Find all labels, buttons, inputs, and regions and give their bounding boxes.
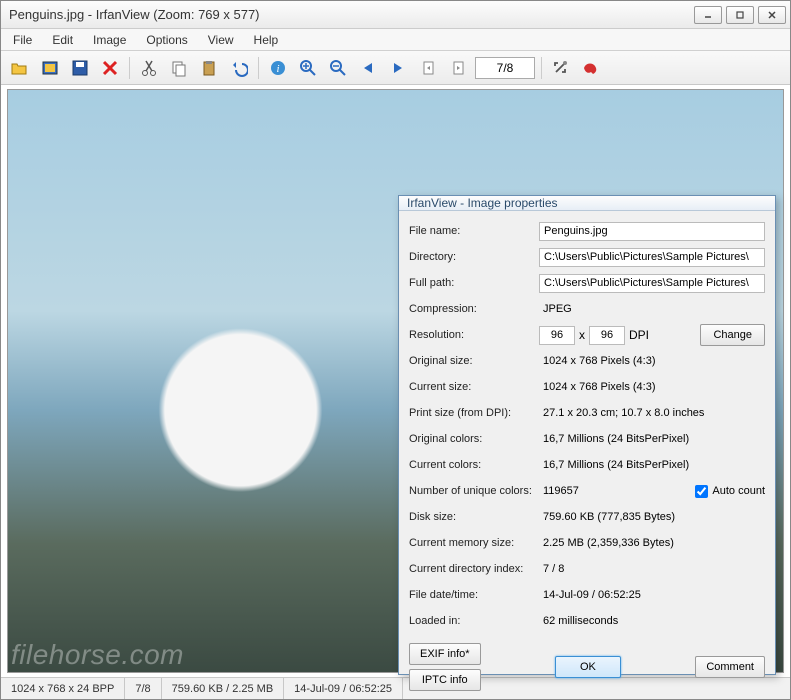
status-dimensions: 1024 x 768 x 24 BPP — [1, 678, 125, 699]
comment-button[interactable]: Comment — [695, 656, 765, 678]
auto-count-label: Auto count — [712, 485, 765, 497]
watermark-text: filehorse.com — [11, 639, 184, 671]
toolbar-separator — [541, 57, 542, 79]
label-fullpath: Full path: — [409, 277, 539, 289]
value-dir-index: 7 / 8 — [539, 560, 765, 579]
toolbar-separator — [258, 57, 259, 79]
maximize-button[interactable] — [726, 6, 754, 24]
value-loaded-in: 62 milliseconds — [539, 612, 765, 631]
resolution-sep: x — [579, 328, 585, 342]
status-index: 7/8 — [125, 678, 161, 699]
label-current-colors: Current colors: — [409, 459, 539, 471]
label-directory: Directory: — [409, 251, 539, 263]
value-file-date: 14-Jul-09 / 06:52:25 — [539, 586, 765, 605]
toolbar: i 7/8 — [1, 51, 790, 85]
info-icon[interactable]: i — [265, 55, 291, 81]
save-icon[interactable] — [67, 55, 93, 81]
ok-button[interactable]: OK — [555, 656, 621, 678]
dialog-title: IrfanView - Image properties — [399, 196, 775, 211]
svg-text:i: i — [276, 63, 279, 75]
window-title: Penguins.jpg - IrfanView (Zoom: 769 x 57… — [9, 7, 694, 22]
value-disk-size: 759.60 KB (777,835 Bytes) — [539, 508, 765, 527]
about-icon[interactable] — [578, 55, 604, 81]
prev-page-icon[interactable] — [415, 55, 441, 81]
value-original-colors: 16,7 Millions (24 BitsPerPixel) — [539, 430, 765, 449]
exif-button[interactable]: EXIF info* — [409, 643, 481, 665]
settings-icon[interactable] — [548, 55, 574, 81]
next-icon[interactable] — [385, 55, 411, 81]
iptc-button[interactable]: IPTC info — [409, 669, 481, 691]
label-loaded-in: Loaded in: — [409, 615, 539, 627]
copy-icon[interactable] — [166, 55, 192, 81]
value-memory-size: 2.25 MB (2,359,336 Bytes) — [539, 534, 765, 553]
close-button[interactable] — [758, 6, 786, 24]
label-filename: File name: — [409, 225, 539, 237]
status-date: 14-Jul-09 / 06:52:25 — [284, 678, 403, 699]
label-file-date: File date/time: — [409, 589, 539, 601]
menu-help[interactable]: Help — [246, 31, 287, 49]
dialog-body: File name:Penguins.jpg Directory:C:\User… — [399, 211, 775, 637]
value-current-colors: 16,7 Millions (24 BitsPerPixel) — [539, 456, 765, 475]
label-dir-index: Current directory index: — [409, 563, 539, 575]
properties-dialog: IrfanView - Image properties File name:P… — [398, 195, 776, 675]
nav-index-input[interactable]: 7/8 — [475, 57, 535, 79]
menu-edit[interactable]: Edit — [44, 31, 81, 49]
resolution-y-input[interactable] — [589, 326, 625, 345]
label-original-size: Original size: — [409, 355, 539, 367]
auto-count-check[interactable] — [695, 485, 708, 498]
label-print-size: Print size (from DPI): — [409, 407, 539, 419]
menu-image[interactable]: Image — [85, 31, 134, 49]
label-original-colors: Original colors: — [409, 433, 539, 445]
value-original-size: 1024 x 768 Pixels (4:3) — [539, 352, 765, 371]
menubar: File Edit Image Options View Help — [1, 29, 790, 51]
label-memory-size: Current memory size: — [409, 537, 539, 549]
value-print-size: 27.1 x 20.3 cm; 10.7 x 8.0 inches — [539, 404, 765, 423]
zoom-out-icon[interactable] — [325, 55, 351, 81]
delete-icon[interactable] — [97, 55, 123, 81]
resolution-x-input[interactable] — [539, 326, 575, 345]
label-compression: Compression: — [409, 303, 539, 315]
zoom-in-icon[interactable] — [295, 55, 321, 81]
titlebar: Penguins.jpg - IrfanView (Zoom: 769 x 57… — [1, 1, 790, 29]
prev-icon[interactable] — [355, 55, 381, 81]
auto-count-checkbox[interactable]: Auto count — [695, 485, 765, 498]
label-resolution: Resolution: — [409, 329, 539, 341]
status-size: 759.60 KB / 2.25 MB — [162, 678, 285, 699]
next-page-icon[interactable] — [445, 55, 471, 81]
value-current-size: 1024 x 768 Pixels (4:3) — [539, 378, 765, 397]
value-compression: JPEG — [539, 300, 765, 319]
value-fullpath[interactable]: C:\Users\Public\Pictures\Sample Pictures… — [539, 274, 765, 293]
resolution-dpi-label: DPI — [629, 328, 649, 342]
value-unique-colors: 119657 — [539, 482, 609, 501]
minimize-button[interactable] — [694, 6, 722, 24]
value-filename[interactable]: Penguins.jpg — [539, 222, 765, 241]
open-icon[interactable] — [7, 55, 33, 81]
value-directory[interactable]: C:\Users\Public\Pictures\Sample Pictures… — [539, 248, 765, 267]
label-unique-colors: Number of unique colors: — [409, 485, 539, 497]
change-button[interactable]: Change — [700, 324, 765, 346]
window-controls — [694, 6, 786, 24]
toolbar-separator — [129, 57, 130, 79]
label-disk-size: Disk size: — [409, 511, 539, 523]
menu-file[interactable]: File — [5, 31, 40, 49]
label-current-size: Current size: — [409, 381, 539, 393]
cut-icon[interactable] — [136, 55, 162, 81]
dialog-footer: EXIF info* IPTC info OK Comment — [399, 637, 775, 699]
menu-view[interactable]: View — [200, 31, 242, 49]
undo-icon[interactable] — [226, 55, 252, 81]
paste-icon[interactable] — [196, 55, 222, 81]
menu-options[interactable]: Options — [138, 31, 195, 49]
slideshow-icon[interactable] — [37, 55, 63, 81]
